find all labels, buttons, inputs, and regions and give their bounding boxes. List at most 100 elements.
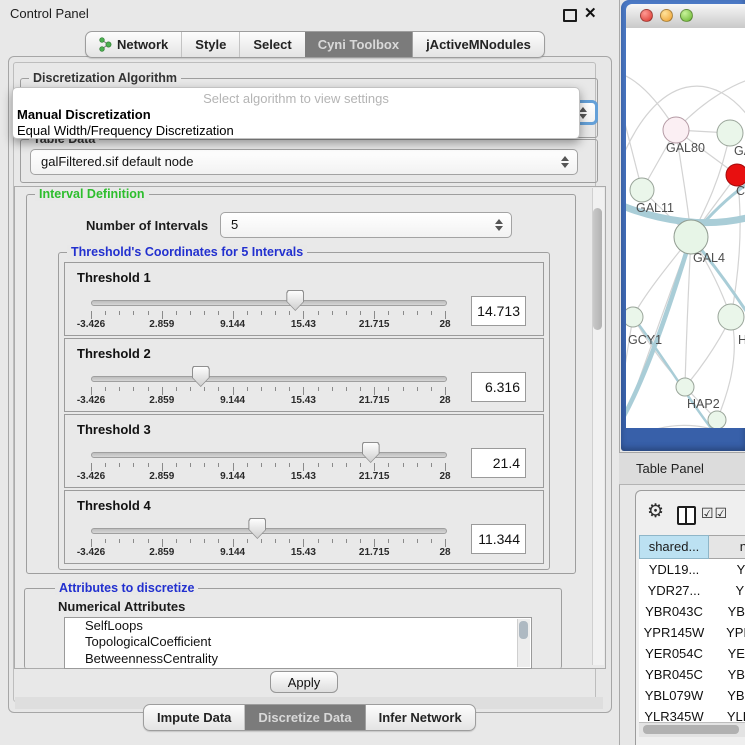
- node-label: HAP2: [687, 397, 720, 411]
- threshold-value-input[interactable]: 6.316: [471, 372, 526, 402]
- top-right-node[interactable]: [717, 120, 743, 146]
- cell-shared-name[interactable]: YER054C: [639, 643, 709, 664]
- attribute-item[interactable]: TopologicalCoefficient: [65, 634, 531, 650]
- GCY1-node[interactable]: [626, 307, 643, 327]
- red-node[interactable]: [726, 164, 745, 186]
- slider-handle[interactable]: [192, 366, 210, 387]
- threshold-label: Threshold 3: [77, 422, 151, 437]
- slider-track[interactable]: [91, 452, 447, 458]
- cell-shared-name[interactable]: YPR145W: [639, 622, 709, 643]
- horizontal-scrollbar[interactable]: [639, 722, 745, 737]
- column-header-shared-name[interactable]: shared...: [639, 535, 709, 559]
- GAL11-node[interactable]: [630, 178, 654, 202]
- slider-track[interactable]: [91, 376, 447, 382]
- list-scrollbar-thumb[interactable]: [519, 621, 528, 639]
- cell-shared-name[interactable]: YBL079W: [639, 685, 709, 706]
- tab-label: Network: [117, 32, 168, 57]
- table-panel-title: Table Panel: [636, 461, 704, 476]
- node-label: GAL11: [636, 201, 674, 215]
- network-canvas[interactable]: GAL80GACGAL11GAL4GCY1HHAP2: [626, 28, 745, 428]
- table-row[interactable]: YBR043CYBR043C: [639, 601, 745, 622]
- cell-name[interactable]: YDR27: [709, 580, 745, 601]
- network-icon: [99, 37, 112, 52]
- tab-select[interactable]: Select: [240, 32, 304, 57]
- H-node[interactable]: [718, 304, 744, 330]
- dropdown-option-manual[interactable]: Manual Discretization: [17, 107, 151, 122]
- slider-handle[interactable]: [362, 442, 380, 463]
- cell-name[interactable]: YPR145W: [709, 622, 745, 643]
- network-window-titlebar[interactable]: [626, 4, 745, 29]
- minimize-traffic-light[interactable]: [660, 9, 673, 22]
- tab-style[interactable]: Style: [182, 32, 240, 57]
- table-data-combo[interactable]: galFiltered.sif default node: [30, 149, 578, 175]
- cell-name[interactable]: YBR043C: [709, 601, 745, 622]
- tab-infer-network[interactable]: Infer Network: [365, 705, 475, 730]
- slider-track[interactable]: [91, 528, 447, 534]
- tab-cyni-toolbox[interactable]: Cyni Toolbox: [305, 32, 412, 57]
- numerical-attributes-label: Numerical Attributes: [58, 599, 185, 614]
- attributes-listbox[interactable]: SelfLoopsTopologicalCoefficientBetweenne…: [64, 617, 532, 669]
- cell-name[interactable]: YBL079W: [709, 685, 745, 706]
- columns-icon[interactable]: [677, 506, 696, 525]
- checkboxes-icon[interactable]: ☑☑: [701, 505, 728, 522]
- threshold-value-input[interactable]: 11.344: [471, 524, 526, 554]
- gear-icon[interactable]: ⚙: [647, 502, 664, 521]
- cell-shared-name[interactable]: YBR043C: [639, 601, 709, 622]
- table-row[interactable]: YDL19...YDL19: [639, 559, 745, 580]
- cell-shared-name[interactable]: YDL19...: [639, 559, 709, 580]
- cell-name[interactable]: YDL19: [709, 559, 745, 580]
- table-header-row: shared... name: [639, 535, 745, 559]
- tab-network[interactable]: Network: [86, 32, 182, 57]
- table-data-group: Table Data galFiltered.sif default node: [20, 139, 598, 183]
- slider-handle[interactable]: [286, 290, 304, 311]
- vertical-scrollbar-thumb[interactable]: [593, 208, 602, 330]
- zoom-traffic-light[interactable]: [680, 9, 693, 22]
- close-traffic-light[interactable]: [640, 9, 653, 22]
- cell-shared-name[interactable]: YBR045C: [639, 664, 709, 685]
- tab-jactivemnodules[interactable]: jActiveMNodules: [412, 32, 544, 57]
- attribute-item[interactable]: SelfLoops: [65, 618, 531, 634]
- slider-track[interactable]: [91, 300, 447, 306]
- table-row[interactable]: YBL079WYBL079W: [639, 685, 745, 706]
- dropdown-prompt[interactable]: Select algorithm to view settings: [13, 91, 579, 106]
- float-window-icon[interactable]: [563, 9, 577, 22]
- cell-shared-name[interactable]: YLR345W: [639, 706, 709, 722]
- HAP2-node[interactable]: [676, 378, 694, 396]
- cell-shared-name[interactable]: YDR27...: [639, 580, 709, 601]
- bottom-node[interactable]: [708, 411, 726, 428]
- apply-button[interactable]: Apply: [270, 671, 338, 693]
- slider-handle[interactable]: [248, 518, 266, 539]
- group-title: Threshold's Coordinates for 5 Intervals: [67, 245, 307, 259]
- GAL80-node[interactable]: [663, 117, 689, 143]
- combo-value: galFiltered.sif default node: [41, 154, 193, 169]
- threshold-panel: Threshold 2-3.4262.8599.14415.4321.71528…: [64, 338, 544, 412]
- threshold-panel: Threshold 4-3.4262.8599.14415.4321.71528…: [64, 490, 544, 564]
- table-row[interactable]: YBR045CYBR045C: [639, 664, 745, 685]
- column-header-name[interactable]: name: [709, 535, 745, 559]
- threshold-value-input[interactable]: 21.4: [471, 448, 526, 478]
- horizontal-scrollbar-thumb[interactable]: [643, 725, 739, 734]
- threshold-value-input[interactable]: 14.713: [471, 296, 526, 326]
- number-of-intervals-spinner[interactable]: 5: [220, 212, 512, 238]
- table-row[interactable]: YLR345WYLR345W: [639, 706, 745, 722]
- spinner-value: 5: [231, 217, 238, 232]
- list-scrollbar[interactable]: [517, 619, 530, 667]
- table-row[interactable]: YPR145WYPR145W: [639, 622, 745, 643]
- cell-name[interactable]: YER054C: [709, 643, 745, 664]
- close-icon[interactable]: ✕: [584, 4, 597, 22]
- slider-scale-labels: -3.4262.8599.14415.4321.71528: [91, 547, 445, 559]
- attribute-item[interactable]: BetweennessCentrality: [65, 651, 531, 667]
- dropdown-option-equal-width[interactable]: Equal Width/Frequency Discretization: [17, 123, 234, 138]
- bottom-tab-bar: Impute Data Discretize Data Infer Networ…: [143, 704, 476, 731]
- tab-impute-data[interactable]: Impute Data: [144, 705, 245, 730]
- table-row[interactable]: YER054CYER054C: [639, 643, 745, 664]
- GAL4-node[interactable]: [674, 220, 708, 254]
- cell-name[interactable]: YBR045C: [709, 664, 745, 685]
- table-row[interactable]: YDR27...YDR27: [639, 580, 745, 601]
- number-of-intervals-label: Number of Intervals: [86, 218, 208, 233]
- combo-arrows-icon: [561, 156, 569, 168]
- cell-name[interactable]: YLR345W: [709, 706, 745, 722]
- group-title: Discretization Algorithm: [29, 71, 181, 85]
- panel-title: Control Panel: [10, 6, 89, 21]
- tab-discretize-data[interactable]: Discretize Data: [245, 705, 364, 730]
